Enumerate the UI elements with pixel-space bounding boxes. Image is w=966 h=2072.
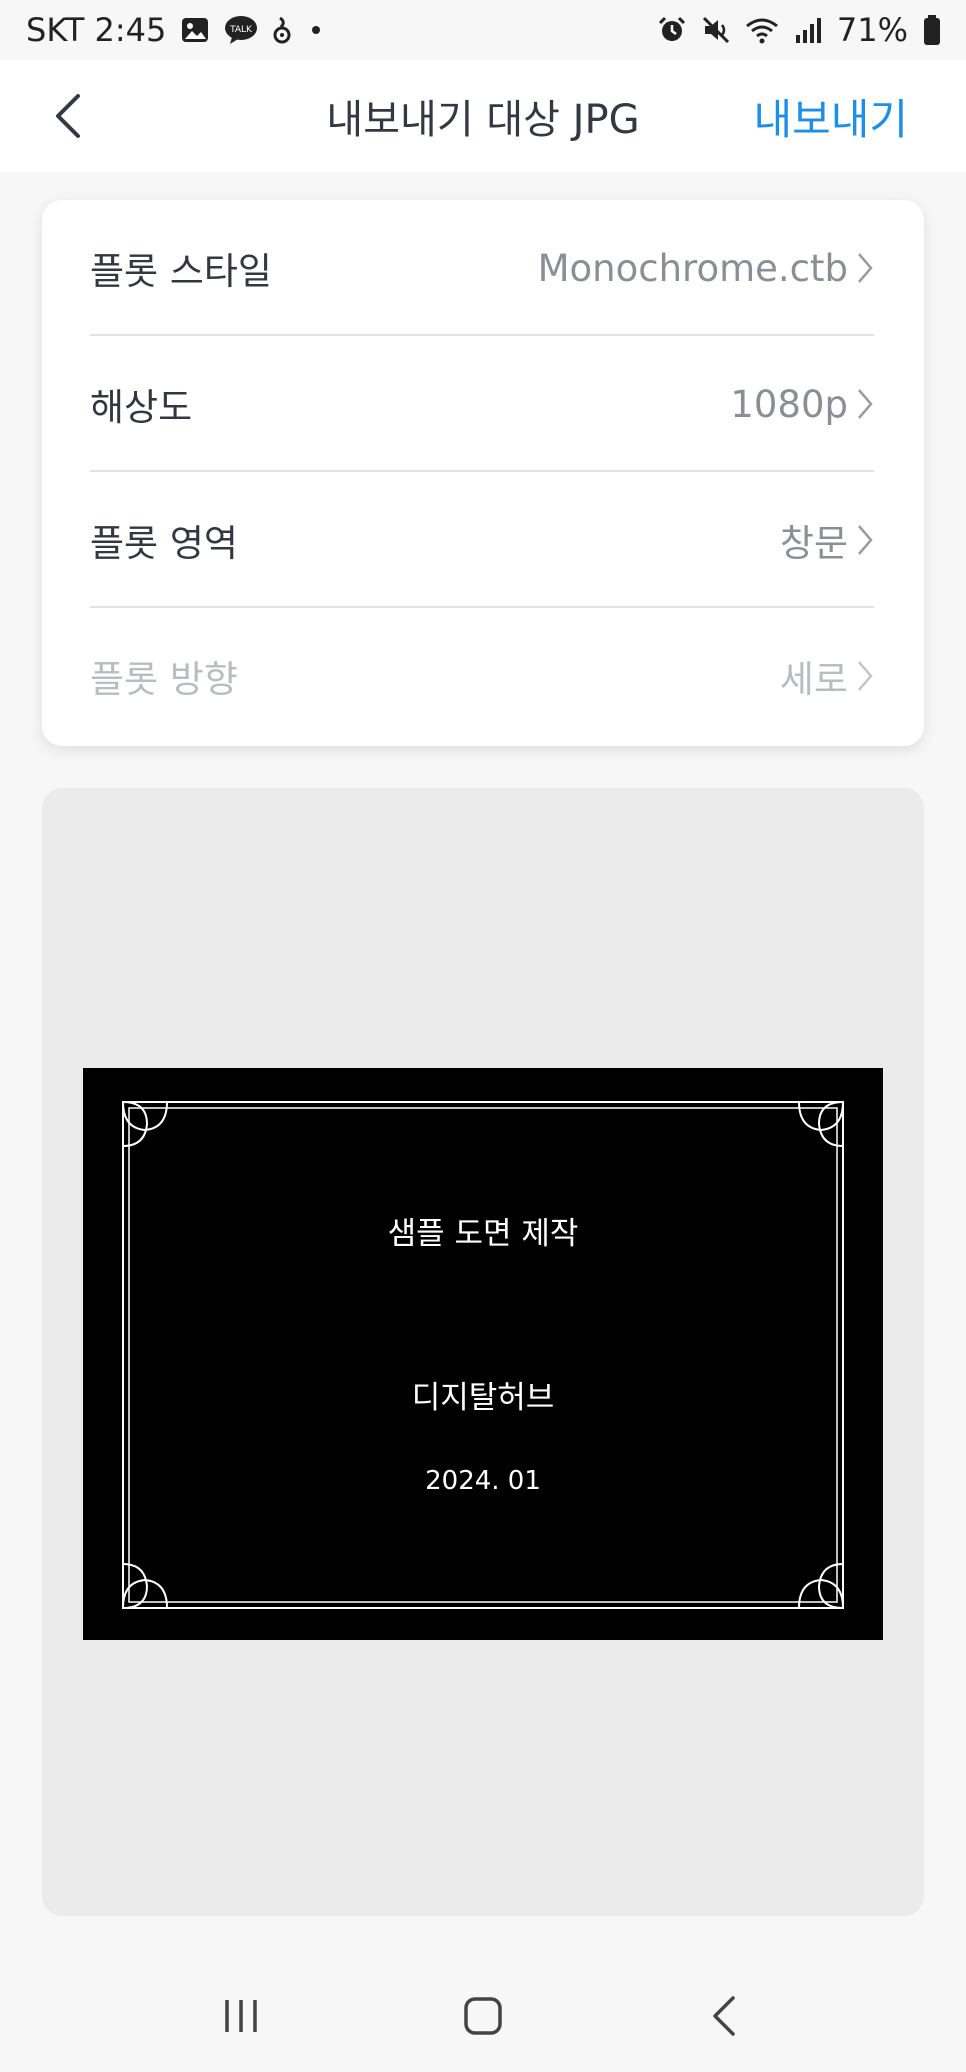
setting-value: Monochrome.ctb	[537, 246, 848, 290]
export-settings-card: 플롯 스타일 Monochrome.ctb 해상도 1080p 플롯 영역 창문…	[42, 200, 924, 746]
home-icon	[464, 1997, 502, 2035]
setting-value: 세로	[779, 658, 848, 701]
more-dot-icon	[306, 15, 326, 45]
setting-row-resolution[interactable]: 해상도 1080p	[90, 336, 874, 472]
kakaotalk-icon: TALK	[224, 15, 258, 45]
status-left: SKT 2:45 TALK	[26, 11, 326, 49]
setting-label: 해상도	[90, 386, 193, 429]
setting-row-plot-area[interactable]: 플롯 영역 창문	[90, 472, 874, 608]
recent-apps-icon	[225, 2000, 257, 2032]
setting-value: 1080p	[730, 382, 848, 426]
status-bar: SKT 2:45 TALK 71%	[0, 0, 966, 60]
battery-icon	[922, 14, 942, 46]
svg-text:TALK: TALK	[229, 25, 253, 35]
nav-back-button[interactable]	[685, 1976, 765, 2056]
battery-percent: 71%	[836, 11, 908, 49]
drawing-title: 샘플 도면 제작	[387, 1216, 579, 1252]
setting-value: 창문	[779, 522, 848, 565]
export-button[interactable]: 내보내기	[753, 60, 908, 172]
notification-icon	[272, 15, 292, 45]
back-icon	[713, 1996, 735, 2036]
mute-icon	[701, 15, 731, 45]
gallery-icon	[180, 15, 210, 45]
chevron-right-icon	[858, 525, 873, 555]
drawing-date: 2024. 01	[425, 1466, 541, 1496]
setting-row-plot-orientation: 플롯 방향 세로	[90, 608, 874, 744]
chevron-left-icon	[56, 94, 80, 138]
drawing-company: 디지탈허브	[411, 1380, 555, 1416]
home-button[interactable]	[443, 1976, 523, 2056]
preview-area: 샘플 도면 제작 디지탈허브 2024. 01	[42, 788, 924, 1916]
setting-label: 플롯 스타일	[90, 250, 272, 293]
back-button[interactable]	[40, 88, 96, 144]
chevron-right-icon	[858, 661, 873, 691]
chevron-right-icon	[858, 253, 873, 283]
drawing-preview: 샘플 도면 제작 디지탈허브 2024. 01	[83, 1068, 883, 1640]
recent-apps-button[interactable]	[201, 1976, 281, 2056]
chevron-right-icon	[858, 389, 873, 419]
setting-label: 플롯 영역	[90, 522, 238, 565]
setting-value-wrap: Monochrome.ctb	[538, 247, 874, 290]
wifi-icon	[745, 15, 779, 45]
system-nav-bar	[0, 1960, 966, 2072]
export-jpg-screen: SKT 2:45 TALK 71% 내보내기 대상 JPG 내보내기 플롯 스타…	[0, 0, 966, 2072]
setting-value-wrap: 창문	[780, 513, 874, 567]
setting-row-plot-style[interactable]: 플롯 스타일 Monochrome.ctb	[90, 200, 874, 336]
status-right: 71%	[657, 11, 942, 49]
alarm-icon	[657, 15, 687, 45]
setting-label: 플롯 방향	[90, 658, 238, 701]
app-header: 내보내기 대상 JPG 내보내기	[0, 60, 966, 172]
ornamental-frame	[122, 1101, 844, 1609]
setting-value-wrap: 세로	[780, 649, 874, 703]
setting-value-wrap: 1080p	[730, 383, 874, 426]
carrier-time: SKT 2:45	[26, 11, 167, 49]
signal-icon	[793, 15, 823, 45]
